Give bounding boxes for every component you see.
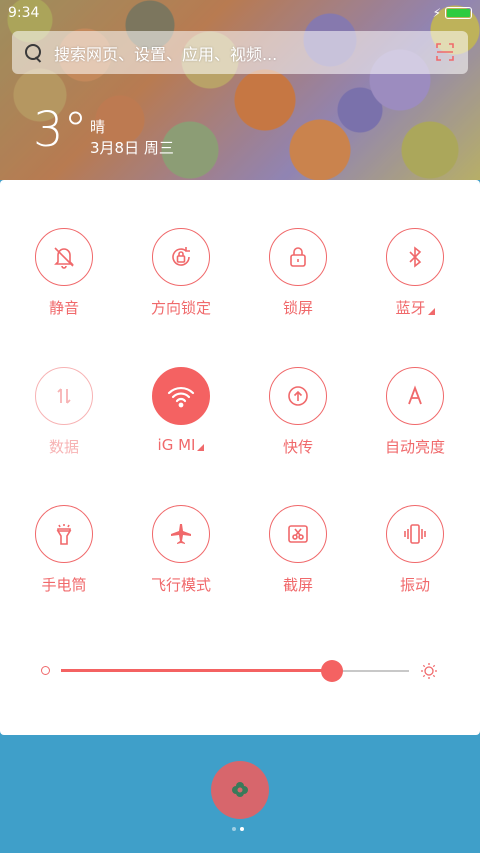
weather-date: 3月8日 周三 — [90, 139, 174, 157]
bell-off-icon — [54, 247, 74, 269]
toggle-auto-brightness-label: 自动亮度 — [384, 438, 445, 456]
toggle-screenshot-circle[interactable] — [269, 505, 327, 563]
lock-icon — [290, 247, 306, 267]
toggle-vibrate-circle[interactable] — [386, 505, 444, 563]
brightness-track-fill — [61, 669, 333, 672]
scan-icon[interactable] — [436, 43, 454, 61]
page-indicator — [232, 827, 244, 831]
toggle-screenshot[interactable]: 截屏 — [243, 505, 353, 595]
menu-corner-icon — [427, 308, 435, 315]
brightness-slider[interactable] — [38, 659, 442, 683]
status-icons: ⚡ — [433, 6, 472, 20]
toggle-screenshot-label: 截屏 — [282, 576, 313, 594]
vibrate-icon — [404, 524, 426, 544]
toggle-airplane-mode-circle[interactable] — [152, 505, 210, 563]
toggle-auto-brightness[interactable]: 自动亮度 — [360, 367, 470, 457]
toggle-mobile-data-circle[interactable] — [35, 367, 93, 425]
toggle-vibrate-label: 振动 — [399, 576, 430, 594]
flashlight-icon — [56, 524, 72, 545]
toggle-mobile-data[interactable]: 数据 — [9, 367, 119, 457]
wifi-icon — [167, 386, 195, 408]
toggle-vibrate[interactable]: 振动 — [360, 505, 470, 595]
toggle-flashlight[interactable]: 手电筒 — [9, 505, 119, 595]
toggle-rotation-lock[interactable]: 方向锁定 — [126, 228, 236, 318]
toggle-flashlight-circle[interactable] — [35, 505, 93, 563]
toggle-mute-label: 静音 — [48, 299, 79, 317]
airplane-icon — [171, 524, 191, 544]
charging-icon: ⚡ — [432, 6, 441, 20]
toggle-quick-share[interactable]: 快传 — [243, 367, 353, 457]
status-time: 9:34 — [8, 5, 40, 21]
toggle-lock-screen-label: 锁屏 — [282, 299, 313, 317]
toggle-auto-brightness-circle[interactable] — [386, 367, 444, 425]
toggle-bluetooth-circle[interactable] — [386, 228, 444, 286]
brightness-thumb[interactable] — [321, 660, 344, 682]
toggle-bluetooth[interactable]: 蓝牙 — [360, 228, 470, 318]
auto-brightness-icon — [408, 385, 422, 405]
toggle-wifi-circle[interactable] — [152, 367, 210, 425]
flower-icon — [232, 782, 248, 797]
toggle-airplane-mode[interactable]: 飞行模式 — [126, 505, 236, 595]
toggle-lock-screen[interactable]: 锁屏 — [243, 228, 353, 318]
toggle-quick-share-label: 快传 — [282, 438, 313, 456]
toggle-quick-share-circle[interactable] — [269, 367, 327, 425]
page-dot-active — [240, 827, 244, 831]
toggle-lock-screen-circle[interactable] — [269, 228, 327, 286]
toggle-wifi-label: iG MI — [158, 436, 205, 454]
toggle-wifi[interactable]: iG MI — [126, 367, 236, 454]
search-placeholder: 搜索网页、设置、应用、视频... — [54, 44, 278, 64]
quick-settings-panel: 静音 方向锁定 锁屏 蓝牙 数据 iG MI 快传 自动亮度 手电筒 飞行模式 … — [0, 180, 480, 735]
rotation-lock-icon — [172, 247, 190, 266]
page-dot — [232, 827, 236, 831]
toggle-airplane-mode-label: 飞行模式 — [150, 576, 211, 594]
toggle-mute-circle[interactable] — [35, 228, 93, 286]
toggle-rotation-lock-circle[interactable] — [152, 228, 210, 286]
menu-corner-icon — [197, 444, 205, 451]
search-icon — [24, 43, 44, 63]
battery-icon — [445, 7, 472, 19]
home-fab-button[interactable] — [211, 761, 269, 819]
mobile-data-icon — [57, 388, 71, 404]
toggle-mobile-data-label: 数据 — [48, 438, 79, 456]
share-upload-icon — [288, 386, 308, 406]
brightness-high-icon — [421, 663, 437, 679]
bluetooth-icon — [409, 246, 422, 268]
brightness-low-icon — [41, 666, 50, 675]
weather-condition: 晴 — [90, 118, 106, 136]
search-bar[interactable]: 搜索网页、设置、应用、视频... — [12, 31, 468, 74]
screenshot-icon — [288, 525, 308, 543]
toggle-flashlight-label: 手电筒 — [41, 576, 87, 594]
toggle-bluetooth-label: 蓝牙 — [395, 297, 435, 318]
toggle-rotation-lock-label: 方向锁定 — [150, 299, 211, 317]
temperature: 3° — [33, 102, 88, 158]
toggle-mute[interactable]: 静音 — [9, 228, 119, 318]
